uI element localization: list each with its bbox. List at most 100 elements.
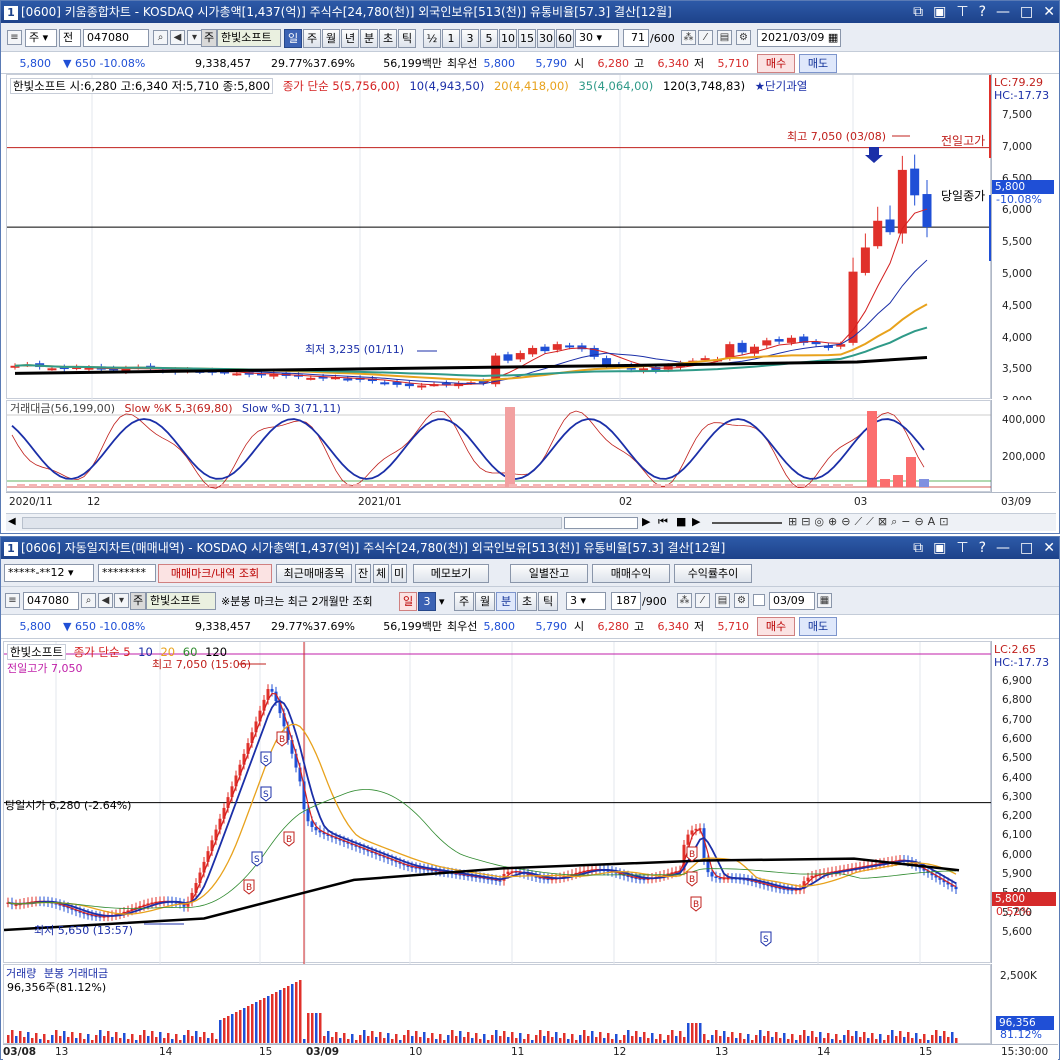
recent-trades-button[interactable]: 최근매매종목	[276, 564, 352, 583]
pending-button[interactable]: 미	[391, 564, 407, 583]
date-input[interactable]: 2021/03/09 ▦	[757, 29, 841, 47]
count-tab[interactable]: 15	[518, 29, 536, 48]
pin-icon[interactable]: ⊤	[956, 537, 968, 559]
link-icon[interactable]: ⧉	[913, 1, 923, 23]
search-icon[interactable]: ⌕	[81, 593, 96, 608]
first-icon[interactable]: ⏮	[658, 515, 668, 529]
close-icon[interactable]: ✕	[1043, 537, 1055, 559]
history-icon[interactable]: ▾	[114, 593, 129, 608]
help-icon[interactable]: ?	[979, 1, 986, 23]
stock-name[interactable]: 한빛소프트	[217, 29, 281, 47]
stock-code-input[interactable]: 047080	[23, 592, 79, 610]
minute-select[interactable]: 3 ▾	[566, 592, 606, 610]
count-tab[interactable]: 60	[556, 29, 574, 48]
settings-icon[interactable]: ⚙	[734, 593, 749, 608]
account-select[interactable]: *****-**12 ▾	[4, 564, 94, 582]
indicator-icon[interactable]: ⁂	[677, 593, 692, 608]
volume-bar	[275, 992, 278, 1043]
trade-profit-button[interactable]: 매매수익	[592, 564, 670, 583]
minimize-icon[interactable]: —	[996, 1, 1010, 23]
menu-icon[interactable]: ≡	[7, 30, 22, 45]
sell-button[interactable]: 매도	[799, 617, 837, 636]
draw-tools-icon[interactable]: ⁄	[698, 30, 713, 45]
period-tab[interactable]: 일	[284, 29, 302, 48]
period-tab[interactable]: 초	[379, 29, 397, 48]
stock-code-input[interactable]: 047080	[83, 29, 149, 47]
count-tab[interactable]: 3	[461, 29, 479, 48]
calendar-icon[interactable]: ▦	[817, 593, 832, 608]
zoom-slider[interactable]	[712, 522, 782, 524]
history-icon[interactable]: ▾	[187, 30, 202, 45]
period-tab[interactable]: 월	[322, 29, 340, 48]
period-tab[interactable]: 년	[341, 29, 359, 48]
window-list-icon[interactable]: ▣	[933, 1, 946, 23]
window-list-icon[interactable]: ▣	[933, 537, 946, 559]
scroll-track[interactable]	[22, 517, 562, 529]
chart-scroll-bar[interactable]: ◀ ▶ ⏮ ■ ▶ ⊞⊟◎⊕⊖⟋⟋⊠⌕−⊖A⊡	[6, 513, 1056, 531]
volume-chart-area[interactable]: 거래량 분봉 거래대금 96,356주(81.12%)	[3, 964, 991, 1044]
count-tab[interactable]: 1	[442, 29, 460, 48]
period-tab[interactable]: 월	[475, 592, 495, 611]
count-tab[interactable]: ½	[423, 29, 441, 48]
scroll-right-icon[interactable]: ▶	[642, 515, 650, 528]
next-icon[interactable]: ▶	[692, 515, 700, 528]
memo-button[interactable]: 메모보기	[413, 564, 489, 583]
count-tab[interactable]: 10	[499, 29, 517, 48]
buy-button[interactable]: 매수	[757, 617, 795, 636]
speaker-icon[interactable]: ◀	[170, 30, 185, 45]
price-chart-area[interactable]: 한빛소프트 시:6,280 고:6,340 저:5,710 종:5,800 종가…	[6, 74, 992, 400]
period-tab[interactable]: 주	[303, 29, 321, 48]
trade-mark-query-button[interactable]: 매매마크/내역 조회	[158, 564, 272, 583]
stop-icon[interactable]: ■	[676, 515, 686, 528]
stock-type-select[interactable]: 주 ▾	[25, 29, 57, 47]
scroll-left-icon[interactable]: ◀	[8, 516, 16, 527]
search-icon[interactable]: ⌕	[153, 30, 168, 45]
date-input[interactable]: 03/09	[769, 592, 815, 610]
volume-bar	[39, 1039, 42, 1043]
price-adjust-select[interactable]: 전	[59, 29, 81, 47]
period-tab[interactable]: 주	[454, 592, 474, 611]
count-value-select[interactable]: 30 ▾	[575, 29, 619, 47]
sell-button[interactable]: 매도	[799, 54, 837, 73]
pin-icon[interactable]: ⊤	[956, 1, 968, 23]
data-range-input[interactable]: 71	[623, 29, 649, 47]
help-icon[interactable]: ?	[979, 537, 986, 559]
buy-button[interactable]: 매수	[757, 54, 795, 73]
window-title-bar[interactable]: 1 [0600] 키움종합차트 - KOSDAQ 시가총액[1,437(억)] 주…	[1, 1, 1059, 23]
link-icon[interactable]: ⧉	[913, 537, 923, 559]
menu-icon[interactable]: ≡	[5, 593, 20, 608]
indicator-icon[interactable]: ⁂	[681, 30, 696, 45]
executed-button[interactable]: 체	[373, 564, 389, 583]
maximize-icon[interactable]: □	[1020, 1, 1033, 23]
balance-button[interactable]: 잔	[355, 564, 371, 583]
period-tab[interactable]: 초	[517, 592, 537, 611]
stock-name[interactable]: 한빛소프트	[146, 592, 216, 610]
password-input[interactable]: ********	[98, 564, 156, 582]
daily-balance-button[interactable]: 일별잔고	[510, 564, 588, 583]
tab-day[interactable]: 일	[399, 592, 417, 611]
maximize-icon[interactable]: □	[1020, 537, 1033, 559]
save-icon[interactable]: ▤	[715, 593, 730, 608]
close-icon[interactable]: ✕	[1043, 1, 1055, 23]
period-tab[interactable]: 틱	[398, 29, 416, 48]
data-range-input[interactable]: 187	[611, 592, 641, 610]
draw-tools-icon[interactable]: ⁄	[695, 593, 710, 608]
count-tab[interactable]: 30	[537, 29, 555, 48]
minimize-icon[interactable]: —	[996, 537, 1010, 559]
checkbox[interactable]	[753, 594, 765, 606]
count-tab[interactable]: 5	[480, 29, 498, 48]
indicator-chart-area[interactable]: 거래대금(56,199,00) Slow %K 5,3(69,80) Slow …	[6, 400, 992, 492]
price-chart-area[interactable]: SSBSBBBBBS 한빛소프트 종가 단순 5 10 20 60 120 전일…	[3, 641, 992, 964]
period-tab[interactable]: 분	[496, 592, 516, 611]
scroll-thumb[interactable]	[564, 517, 638, 529]
chevron-down-icon[interactable]: ▾	[439, 595, 445, 609]
chart-tools-icons[interactable]: ⊞⊟◎⊕⊖⟋⟋⊠⌕−⊖A⊡	[788, 515, 952, 529]
save-icon[interactable]: ▤	[717, 30, 732, 45]
return-trend-button[interactable]: 수익률추이	[674, 564, 752, 583]
settings-icon[interactable]: ⚙	[736, 30, 751, 45]
speaker-icon[interactable]: ◀	[98, 593, 113, 608]
window-title-bar[interactable]: 1 [0606] 자동일지차트(매매내역) - KOSDAQ 시가총액[1,437…	[1, 537, 1059, 559]
day-count-select[interactable]: 3	[418, 592, 436, 611]
period-tab[interactable]: 분	[360, 29, 378, 48]
period-tab[interactable]: 틱	[538, 592, 558, 611]
